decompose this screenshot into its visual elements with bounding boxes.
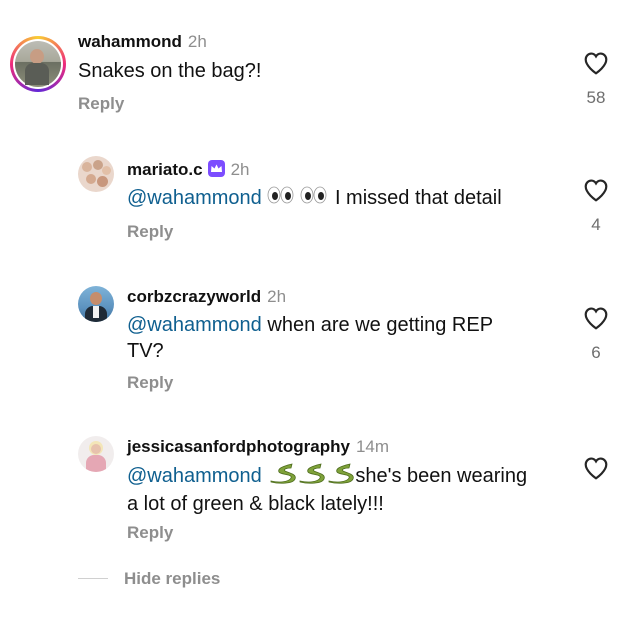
comment-text: I missed that detail [334, 187, 502, 209]
like-count: 6 [591, 343, 601, 362]
username-mariato[interactable]: mariato.c [127, 160, 203, 179]
username-wahammond[interactable]: wahammond [78, 32, 182, 51]
snake-emoji [267, 462, 355, 491]
heart-icon[interactable] [583, 178, 609, 202]
mention-link[interactable]: @wahammond [127, 187, 262, 209]
avatar-wahammond[interactable] [10, 36, 66, 92]
username-corbzcrazyworld[interactable]: corbzcrazyworld [127, 287, 261, 306]
crown-badge-icon [207, 160, 225, 177]
comment-text: Snakes on the bag?! [78, 60, 262, 82]
avatar-corbzcrazyworld[interactable] [78, 286, 114, 322]
username-jessicasanfordphotography[interactable]: jessicasanfordphotography [127, 437, 350, 456]
hide-replies-button[interactable]: Hide replies [124, 569, 220, 589]
comment-time: 2h [230, 160, 250, 179]
reply-button[interactable]: Reply [127, 373, 173, 393]
comment-time: 2h [267, 287, 287, 306]
eyes-emoji [267, 185, 329, 212]
hide-replies-divider [78, 578, 108, 579]
avatar-jessicasanfordphotography[interactable] [78, 436, 114, 472]
comment-text-line2: a lot of green & black lately!!! [127, 493, 384, 515]
comment-text-line2: TV? [127, 340, 164, 362]
comment-text-line1: when are we getting REP [267, 314, 494, 336]
comment-text-line1: she's been wearing [355, 464, 528, 487]
comment-time: 14m [355, 437, 390, 456]
heart-icon[interactable] [583, 51, 609, 75]
reply-button[interactable]: Reply [127, 222, 173, 242]
reply-button[interactable]: Reply [78, 94, 124, 114]
heart-icon[interactable] [583, 456, 609, 480]
mention-link[interactable]: @wahammond [127, 314, 262, 336]
heart-icon[interactable] [583, 306, 609, 330]
comment-time: 2h [187, 32, 207, 51]
like-count: 4 [591, 215, 601, 234]
reply-button[interactable]: Reply [127, 523, 173, 543]
mention-link[interactable]: @wahammond [127, 465, 262, 487]
like-count: 58 [586, 88, 606, 107]
avatar-mariato[interactable] [78, 156, 114, 192]
